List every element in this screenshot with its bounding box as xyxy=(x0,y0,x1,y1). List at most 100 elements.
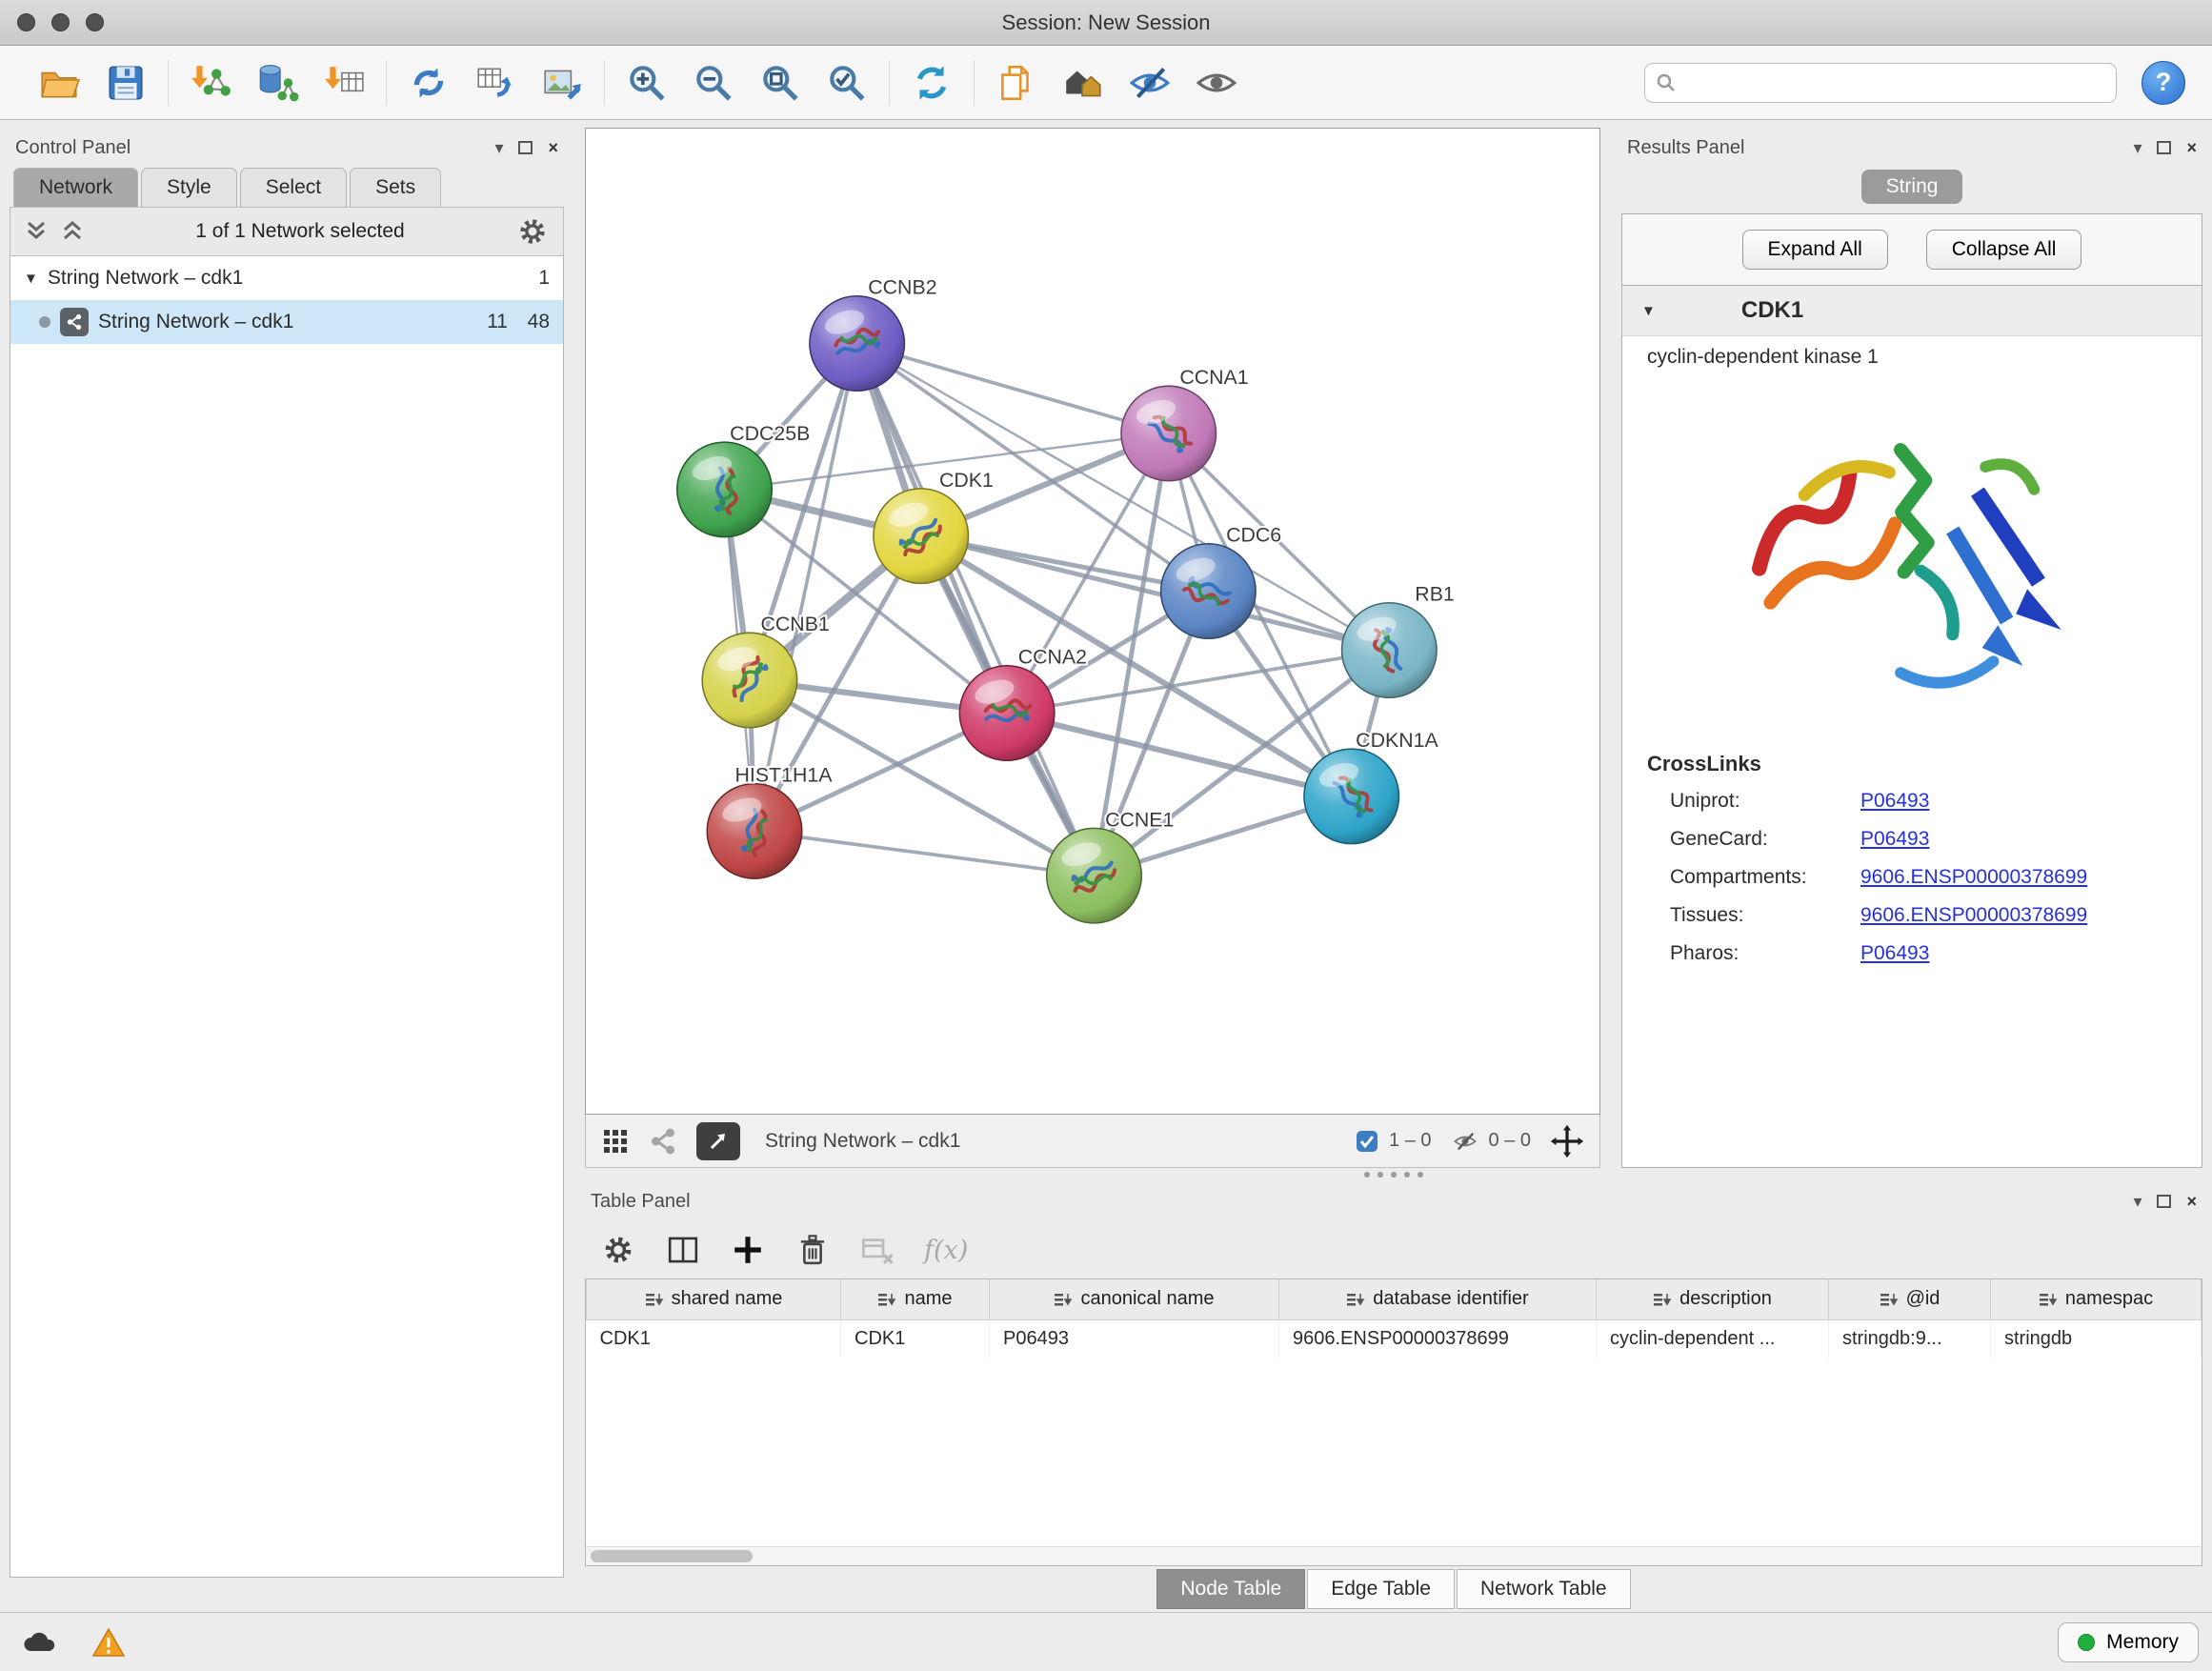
horizontal-scrollbar[interactable] xyxy=(586,1546,2202,1565)
close-panel-button[interactable]: × xyxy=(2186,1193,2197,1210)
tab-edge-table[interactable]: Edge Table xyxy=(1307,1569,1455,1609)
copy-documents-icon xyxy=(995,61,1038,105)
search-input[interactable] xyxy=(1683,71,2104,93)
gear-icon[interactable] xyxy=(515,214,550,249)
show-hide-panel-button[interactable] xyxy=(1194,60,1239,106)
new-network-button[interactable] xyxy=(406,60,452,106)
close-panel-button[interactable]: × xyxy=(548,139,558,156)
cloud-button[interactable] xyxy=(13,1621,67,1663)
pharos-link[interactable]: P06493 xyxy=(1860,942,1929,965)
column-header-canonical-name[interactable]: canonical name xyxy=(990,1279,1279,1319)
hidden-eye-slash-icon xyxy=(1451,1129,1479,1154)
expand-all-icon[interactable] xyxy=(60,219,85,244)
tab-network-table[interactable]: Network Table xyxy=(1457,1569,1631,1609)
tab-sets[interactable]: Sets xyxy=(350,168,441,207)
collapse-all-button[interactable]: Collapse All xyxy=(1926,230,2082,270)
clone-network-button[interactable] xyxy=(994,60,1039,106)
disclosure-triangle-icon[interactable]: ▼ xyxy=(24,271,38,287)
float-panel-button[interactable]: ▾ xyxy=(494,138,503,158)
network-node-cdc25b[interactable]: CDC25B xyxy=(677,422,811,537)
delete-trash-icon[interactable] xyxy=(794,1232,831,1268)
save-session-button[interactable] xyxy=(103,60,149,106)
column-header-database-identifier[interactable]: database identifier xyxy=(1279,1279,1597,1319)
import-network-from-file-button[interactable] xyxy=(188,60,233,106)
collapse-all-icon[interactable] xyxy=(24,219,49,244)
network-collection-row[interactable]: ▼ String Network – cdk1 1 xyxy=(10,256,563,300)
cycle-arrows-icon xyxy=(407,61,451,105)
warnings-button[interactable] xyxy=(82,1621,135,1663)
home-view-button[interactable] xyxy=(1060,60,1106,106)
search-field[interactable] xyxy=(1644,63,2117,103)
maximize-window-button[interactable] xyxy=(86,13,104,31)
compartments-link[interactable]: 9606.ENSP00000378699 xyxy=(1860,866,2087,889)
app-statusbar: Memory xyxy=(0,1612,2212,1671)
zoom-selected-button[interactable] xyxy=(824,60,870,106)
new-network-from-table-button[interactable] xyxy=(473,60,518,106)
tab-network[interactable]: Network xyxy=(13,168,138,207)
add-row-plus-icon[interactable] xyxy=(730,1232,766,1268)
hide-unhide-button[interactable] xyxy=(1127,60,1173,106)
column-header-id[interactable]: @id xyxy=(1829,1279,1991,1319)
table-options-gear-icon[interactable] xyxy=(600,1232,636,1268)
zoom-fit-button[interactable] xyxy=(757,60,803,106)
network-canvas-container: CCNB2CCNA1CDC25BCDK1CDC6RB1CCNB1CCNA2CDK… xyxy=(585,128,1600,1115)
network-edge[interactable] xyxy=(754,831,1095,876)
network-edge[interactable] xyxy=(857,343,1095,876)
close-window-button[interactable] xyxy=(17,13,35,31)
network-node-ccnb2[interactable]: CCNB2 xyxy=(810,276,937,392)
open-folder-icon xyxy=(37,61,81,105)
function-builder-icon: f(x) xyxy=(924,1236,968,1265)
memory-button[interactable]: Memory xyxy=(2058,1622,2199,1662)
float-panel-button[interactable]: ▾ xyxy=(2133,1192,2142,1212)
network-row[interactable]: String Network – cdk1 11 48 xyxy=(10,300,563,344)
uniprot-link[interactable]: P06493 xyxy=(1860,790,1929,813)
network-node-label: CCNE1 xyxy=(1105,808,1174,831)
import-table-from-file-button[interactable] xyxy=(321,60,367,106)
maximize-panel-button[interactable] xyxy=(2157,141,2171,154)
zoom-out-button[interactable] xyxy=(691,60,736,106)
import-network-from-database-button[interactable] xyxy=(254,60,300,106)
tissues-link[interactable]: 9606.ENSP00000378699 xyxy=(1860,904,2087,927)
minimize-window-button[interactable] xyxy=(51,13,70,31)
column-header-name[interactable]: name xyxy=(841,1279,990,1319)
share-network-icon[interactable] xyxy=(649,1127,677,1156)
maximize-panel-button[interactable] xyxy=(518,141,533,154)
maximize-panel-button[interactable] xyxy=(2157,1195,2171,1208)
zoom-in-button[interactable] xyxy=(624,60,670,106)
tab-select[interactable]: Select xyxy=(240,168,347,207)
column-header-shared-name[interactable]: shared name xyxy=(587,1279,841,1319)
network-node-ccna1[interactable]: CCNA1 xyxy=(1121,366,1249,481)
crosslinks-title: CrossLinks xyxy=(1622,736,2202,782)
protein-structure-image xyxy=(1622,378,2202,736)
birds-eye-view-button[interactable] xyxy=(696,1122,740,1160)
expand-all-button[interactable]: Expand All xyxy=(1742,230,1888,270)
network-canvas[interactable]: CCNB2CCNA1CDC25BCDK1CDC6RB1CCNB1CCNA2CDK… xyxy=(586,129,1599,1114)
refresh-button[interactable] xyxy=(909,60,955,106)
import-network-database-icon xyxy=(255,61,299,105)
export-image-button[interactable] xyxy=(539,60,585,106)
genecard-link[interactable]: P06493 xyxy=(1860,828,1929,851)
panel-resize-handle[interactable] xyxy=(585,1168,2202,1181)
table-row[interactable]: CDK1 CDK1 P06493 9606.ENSP00000378699 cy… xyxy=(587,1319,2202,1358)
column-header-description[interactable]: description xyxy=(1597,1279,1829,1319)
network-edge[interactable] xyxy=(857,343,1169,433)
network-node-ccnb1[interactable]: CCNB1 xyxy=(702,613,830,728)
tab-node-table[interactable]: Node Table xyxy=(1156,1569,1305,1609)
network-edge[interactable] xyxy=(754,343,857,831)
refresh-icon xyxy=(910,61,954,105)
scrollbar-thumb[interactable] xyxy=(591,1550,753,1562)
pan-crosshair-icon[interactable] xyxy=(1550,1124,1584,1158)
disclosure-triangle-icon[interactable]: ▼ xyxy=(1641,303,1656,319)
tab-style[interactable]: Style xyxy=(141,168,237,207)
network-node-rb1[interactable]: RB1 xyxy=(1342,583,1455,698)
network-node-hist1h1a[interactable]: HIST1H1A xyxy=(707,764,833,879)
close-panel-button[interactable]: × xyxy=(2186,139,2197,156)
grid-view-icon[interactable] xyxy=(601,1127,630,1156)
question-mark-icon: ? xyxy=(2156,68,2172,97)
open-session-button[interactable] xyxy=(36,60,82,106)
column-header-namespace[interactable]: namespac xyxy=(1991,1279,2202,1319)
help-button[interactable]: ? xyxy=(2142,61,2185,105)
show-columns-icon[interactable] xyxy=(665,1232,701,1268)
tab-string[interactable]: String xyxy=(1861,170,1963,204)
float-panel-button[interactable]: ▾ xyxy=(2133,138,2142,158)
